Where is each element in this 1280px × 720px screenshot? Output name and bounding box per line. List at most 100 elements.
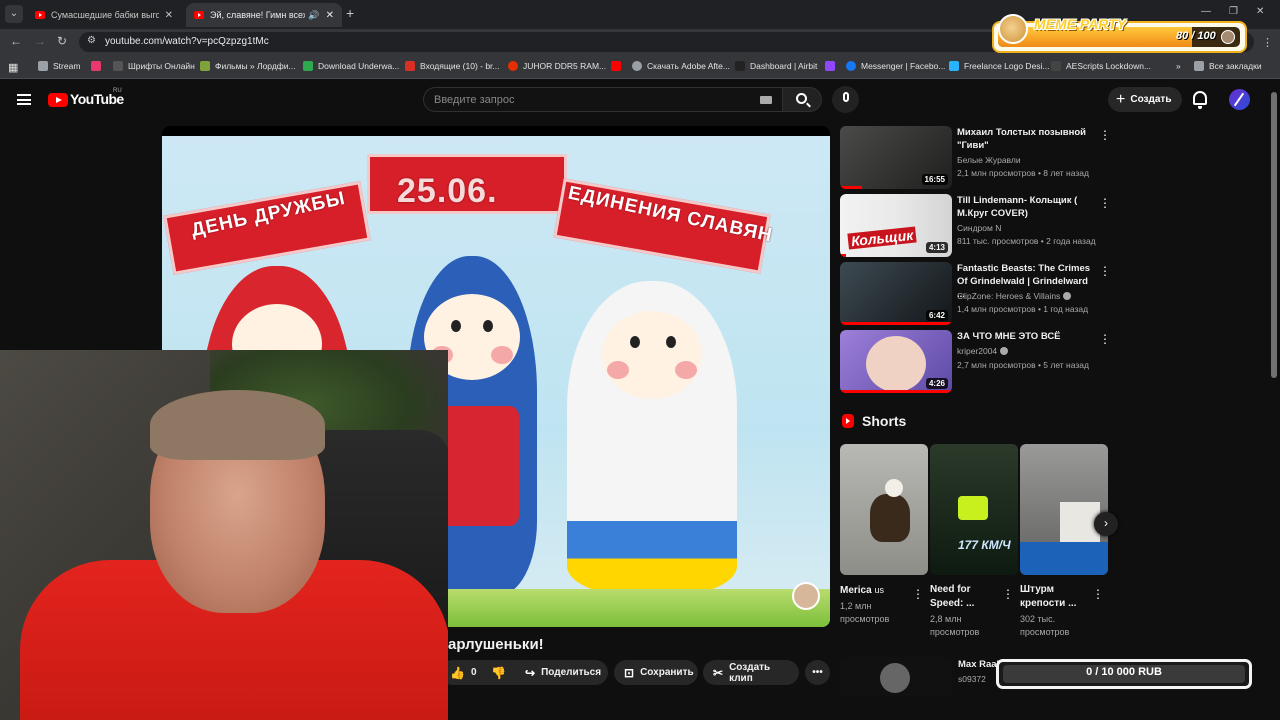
voice-search-button[interactable] [832, 86, 859, 113]
new-tab-button[interactable]: + [346, 5, 354, 21]
channel-name[interactable]: Синдром N [957, 223, 1001, 233]
share-button[interactable]: ↪ Поделиться [515, 660, 608, 685]
short-title[interactable]: Need for Speed: ... [930, 583, 1002, 611]
short-views: 2,8 млн просмотров [930, 614, 980, 637]
bookmark-aescripts[interactable]: AEScripts Lockdown... [1051, 61, 1151, 71]
minimize-window-icon[interactable]: — [1201, 6, 1211, 17]
short-title[interactable]: Merica us [840, 583, 912, 598]
bookmark-films[interactable]: Фильмы » Лордфи... [200, 61, 296, 71]
bookmark-youtube[interactable] [611, 61, 626, 71]
matryoshka-doll [567, 281, 737, 596]
youtube-logo-icon[interactable] [48, 93, 68, 107]
page-scrollbar[interactable] [1268, 80, 1280, 720]
bookmark-red-app[interactable] [91, 61, 106, 71]
channel-name[interactable]: s09372 [958, 674, 986, 684]
recommended-video[interactable]: Кольщик 4:13 Till Lindemann- Кольщик ( М… [840, 194, 1111, 258]
search-input[interactable]: Введите запрос [423, 87, 783, 112]
notifications-bell-icon[interactable] [1193, 91, 1207, 109]
bookmarks-overflow-icon[interactable]: » [1176, 61, 1181, 71]
channel-watermark-avatar[interactable] [792, 582, 820, 610]
recommended-video[interactable]: 4:26 ЗА ЧТО МНЕ ЭТО ВСЁ kriper2004 2,7 м… [840, 330, 1111, 394]
short-item[interactable]: 177 КМ/Ч Need for Speed: ... 2,8 млн про… [930, 444, 1018, 639]
scrollbar-thumb[interactable] [1271, 92, 1277, 378]
more-options-icon[interactable]: ⋮ [1099, 332, 1111, 346]
bookmark-stream[interactable]: Stream [38, 61, 80, 71]
film-icon [200, 61, 210, 71]
video-thumbnail[interactable]: 4:26 [840, 330, 952, 393]
video-title[interactable]: ЗА ЧТО МНЕ ЭТО ВСЁ [957, 330, 1095, 343]
bookmark-messenger[interactable]: Messenger | Facebo... [846, 61, 945, 71]
video-title[interactable]: Михаил Толстых позывной "Гиви" [957, 126, 1095, 152]
close-tab-icon[interactable]: ✕ [326, 10, 334, 21]
video-meta: 2,7 млн просмотров • 5 лет назад [957, 360, 1089, 370]
menu-icon[interactable] [17, 94, 31, 105]
more-options-icon[interactable]: ⋮ [1099, 196, 1111, 210]
share-icon: ↪ [525, 665, 536, 680]
bookmark-freelance[interactable]: Freelance Logo Desi... [949, 61, 1050, 71]
bookmark-download[interactable]: Download Underwa... [303, 61, 399, 71]
user-avatar[interactable] [1229, 89, 1250, 110]
video-thumbnail[interactable]: 16:55 [840, 126, 952, 189]
more-options-icon[interactable]: ⋮ [1092, 587, 1104, 601]
browser-tab-active[interactable]: Эй, славяне! Гимн всех люде 🔊 ✕ [186, 3, 342, 27]
more-options-icon[interactable]: ⋮ [912, 587, 924, 601]
recommended-video[interactable]: 6:42 Fantastic Beasts: The Crimes Of Gri… [840, 262, 1111, 326]
all-bookmarks[interactable]: Все закладки [1194, 61, 1262, 71]
reload-icon[interactable]: ↻ [57, 34, 67, 48]
bookmark-fonts[interactable]: Шрифты Онлайн [113, 61, 195, 71]
short-title[interactable]: Штурм крепости ... [1020, 583, 1092, 611]
site-info-icon[interactable]: ⚙ [87, 35, 96, 46]
country-code: RU [113, 88, 122, 94]
more-options-icon[interactable]: ⋮ [1099, 264, 1111, 278]
short-thumbnail[interactable] [1020, 444, 1108, 575]
search-icon [796, 93, 807, 104]
video-thumbnail[interactable]: 6:42 [840, 262, 952, 325]
create-button[interactable]: + Создать [1108, 87, 1182, 112]
keyboard-icon[interactable] [760, 96, 772, 104]
channel-name[interactable]: ClipZone: Heroes & Villains [957, 291, 1072, 301]
apps-grid-icon[interactable]: ▦ [8, 61, 18, 74]
more-options-icon[interactable]: ⋮ [1099, 128, 1111, 142]
video-thumbnail[interactable] [840, 657, 952, 697]
channel-name[interactable]: Белые Журавли [957, 155, 1021, 165]
short-thumbnail[interactable]: 177 КМ/Ч [930, 444, 1018, 575]
thumbs-up-icon: 👍 [450, 665, 465, 680]
video-thumbnail[interactable]: Кольщик 4:13 [840, 194, 952, 257]
bookmark-aliexpress[interactable]: JUHOR DDR5 RAM... [508, 61, 606, 71]
short-item[interactable]: Штурм крепости ... 302 тыс. просмотров ⋮ [1020, 444, 1108, 639]
bookmark-adobe[interactable]: Скачать Adobe Afte... [632, 61, 730, 71]
save-button[interactable]: ⊡ Сохранить [614, 660, 698, 685]
back-arrow-icon[interactable]: ← [10, 34, 22, 48]
browser-tab[interactable]: Сумасшедшие бабки выгоняю ✕ [27, 3, 181, 27]
more-options-icon[interactable]: ⋮ [1002, 587, 1014, 601]
donation-goal-text: 0 / 10 000 RUB [1086, 666, 1162, 678]
bookmark-gmail[interactable]: Входящие (10) - br... [405, 61, 500, 71]
bookmark-airbit[interactable]: Dashboard | Airbit [735, 61, 817, 71]
download-icon [303, 61, 313, 71]
video-title[interactable]: Till Lindemann- Кольщик ( М.Круг COVER) [957, 194, 1095, 220]
create-clip-button[interactable]: ✂ Создать клип [703, 660, 799, 685]
more-actions-button[interactable]: ••• [805, 660, 830, 685]
bookmark-twitch[interactable] [825, 61, 840, 71]
close-tab-icon[interactable]: ✕ [165, 10, 173, 21]
recommended-video[interactable]: 16:55 Михаил Толстых позывной "Гиви" Бел… [840, 126, 1111, 190]
globe-icon [632, 61, 642, 71]
youtube-favicon-icon [35, 11, 45, 19]
url-text[interactable]: youtube.com/watch?v=pcQzpzg1tMc [105, 36, 269, 47]
aescripts-icon [1051, 61, 1061, 71]
youtube-header: YouTube RU Введите запрос + Создать [0, 80, 1268, 120]
channel-name[interactable]: kriper2004 [957, 346, 1009, 356]
dislike-button[interactable]: 👎 [481, 660, 513, 685]
speaker-icon[interactable]: 🔊 [308, 10, 319, 21]
close-window-icon[interactable]: ✕ [1256, 6, 1264, 17]
forward-arrow-icon[interactable]: → [34, 34, 46, 48]
short-item[interactable]: Merica us 1,2 млн просмотров ⋮ [840, 444, 928, 626]
short-thumbnail[interactable] [840, 444, 928, 575]
watch-progress-bar [840, 390, 952, 393]
search-button[interactable] [782, 87, 822, 112]
search-placeholder: Введите запрос [434, 94, 515, 106]
browser-menu-icon[interactable]: ⋮ [1262, 36, 1273, 49]
maximize-window-icon[interactable]: ❐ [1229, 6, 1238, 17]
shorts-next-arrow-icon[interactable]: › [1094, 512, 1118, 536]
tab-search-button[interactable]: ⌄ [5, 5, 23, 23]
